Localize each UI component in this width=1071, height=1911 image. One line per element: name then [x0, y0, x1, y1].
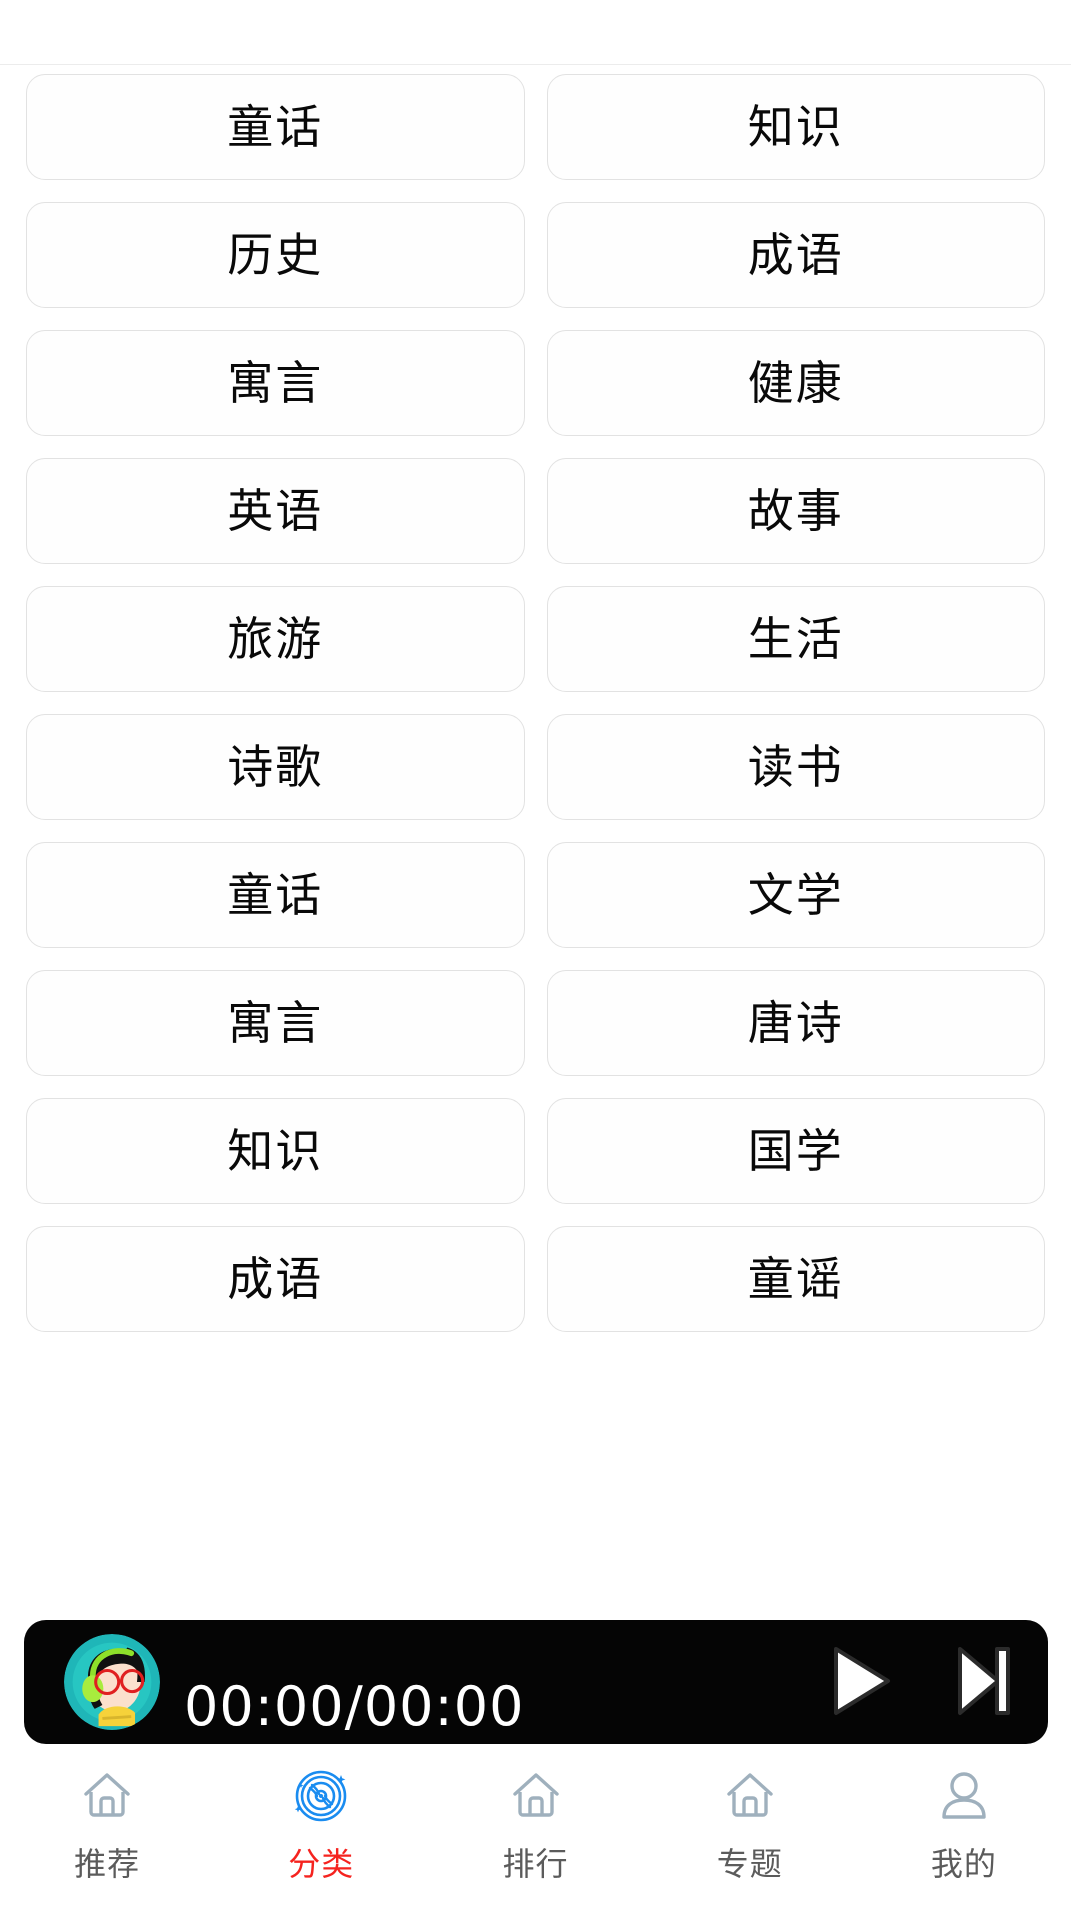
- category-card-label: 寓言: [227, 996, 324, 1050]
- category-card-label: 读书: [747, 740, 844, 794]
- category-card-label: 知识: [747, 100, 844, 154]
- category-card-label: 成语: [747, 228, 844, 282]
- category-card[interactable]: 历史: [26, 202, 525, 308]
- app-root: 童话 知识 历史 成语 寓言 健康 英语 故事 旅游 生活 诗歌 读书 童话 文学 寓言 唐诗 知识 国学 成语 童谣: [0, 0, 1071, 1911]
- home-icon: [719, 1765, 781, 1827]
- category-card[interactable]: 寓言: [26, 330, 525, 436]
- category-card[interactable]: 童谣: [546, 1226, 1045, 1332]
- nav-item-推荐[interactable]: 推荐: [0, 1765, 214, 1885]
- player-time-display: 00:00/00:00: [184, 1675, 525, 1738]
- nav-item-label: 推荐: [74, 1845, 141, 1883]
- category-card[interactable]: 知识: [546, 74, 1045, 180]
- mini-player-controls: [826, 1643, 1014, 1722]
- category-card-label: 成语: [227, 1252, 324, 1306]
- nav-item-我的[interactable]: 我的: [857, 1765, 1071, 1885]
- disc-icon: [290, 1765, 352, 1827]
- category-card-label: 童话: [227, 100, 324, 154]
- bottom-navigation: 推荐 分类 排行 专题 我的: [0, 1751, 1071, 1911]
- category-card-label: 诗歌: [227, 740, 324, 794]
- category-card-label: 童话: [227, 868, 324, 922]
- category-card[interactable]: 读书: [546, 714, 1045, 820]
- nav-item-分类[interactable]: 分类: [214, 1765, 428, 1885]
- play-button[interactable]: [826, 1643, 896, 1722]
- nav-item-排行[interactable]: 排行: [428, 1765, 642, 1885]
- category-scroll-area[interactable]: 童话 知识 历史 成语 寓言 健康 英语 故事 旅游 生活 诗歌 读书 童话 文学 寓言 唐诗 知识 国学 成语 童谣: [0, 66, 1071, 1611]
- category-card-label: 故事: [747, 484, 844, 538]
- home-icon: [76, 1765, 138, 1827]
- play-icon: [826, 1643, 896, 1722]
- category-card[interactable]: 成语: [546, 202, 1045, 308]
- category-card-label: 寓言: [227, 356, 324, 410]
- category-card-label: 童谣: [747, 1252, 844, 1306]
- category-card[interactable]: 成语: [26, 1226, 525, 1332]
- category-card[interactable]: 童话: [26, 74, 525, 180]
- person-icon: [933, 1765, 995, 1827]
- category-grid: 童话 知识 历史 成语 寓言 健康 英语 故事 旅游 生活 诗歌 读书 童话 文学 寓言 唐诗 知识 国学 成语 童谣: [0, 66, 1071, 1332]
- category-card[interactable]: 文学: [546, 842, 1045, 948]
- category-card[interactable]: 生活: [546, 586, 1045, 692]
- category-card[interactable]: 旅游: [26, 586, 525, 692]
- nav-item-label: 排行: [502, 1845, 569, 1883]
- category-card[interactable]: 诗歌: [26, 714, 525, 820]
- girl-headphones-avatar-icon: [64, 1634, 160, 1730]
- category-card[interactable]: 知识: [26, 1098, 525, 1204]
- mini-player-info: 00:00/00:00: [52, 1620, 826, 1744]
- nav-item-label: 专题: [716, 1845, 783, 1883]
- category-card[interactable]: 故事: [546, 458, 1045, 564]
- next-track-icon: [952, 1643, 1014, 1722]
- mini-player-bar[interactable]: 00:00/00:00: [24, 1620, 1048, 1744]
- category-card-label: 唐诗: [747, 996, 844, 1050]
- category-card-label: 旅游: [227, 612, 324, 666]
- category-card[interactable]: 童话: [26, 842, 525, 948]
- category-card-label: 英语: [227, 484, 324, 538]
- category-card[interactable]: 健康: [546, 330, 1045, 436]
- category-card-label: 生活: [747, 612, 844, 666]
- next-track-button[interactable]: [952, 1643, 1014, 1722]
- nav-item-label: 分类: [288, 1845, 355, 1883]
- category-card[interactable]: 英语: [26, 458, 525, 564]
- category-card-label: 历史: [227, 228, 324, 282]
- category-card[interactable]: 国学: [546, 1098, 1045, 1204]
- category-card-label: 知识: [227, 1124, 324, 1178]
- category-card-label: 文学: [747, 868, 844, 922]
- category-card-label: 国学: [747, 1124, 844, 1178]
- category-card[interactable]: 唐诗: [546, 970, 1045, 1076]
- category-card-label: 健康: [747, 356, 844, 410]
- header-divider: [0, 64, 1071, 65]
- nav-item-专题[interactable]: 专题: [643, 1765, 857, 1885]
- home-icon: [505, 1765, 567, 1827]
- nav-item-label: 我的: [930, 1845, 997, 1883]
- category-card[interactable]: 寓言: [26, 970, 525, 1076]
